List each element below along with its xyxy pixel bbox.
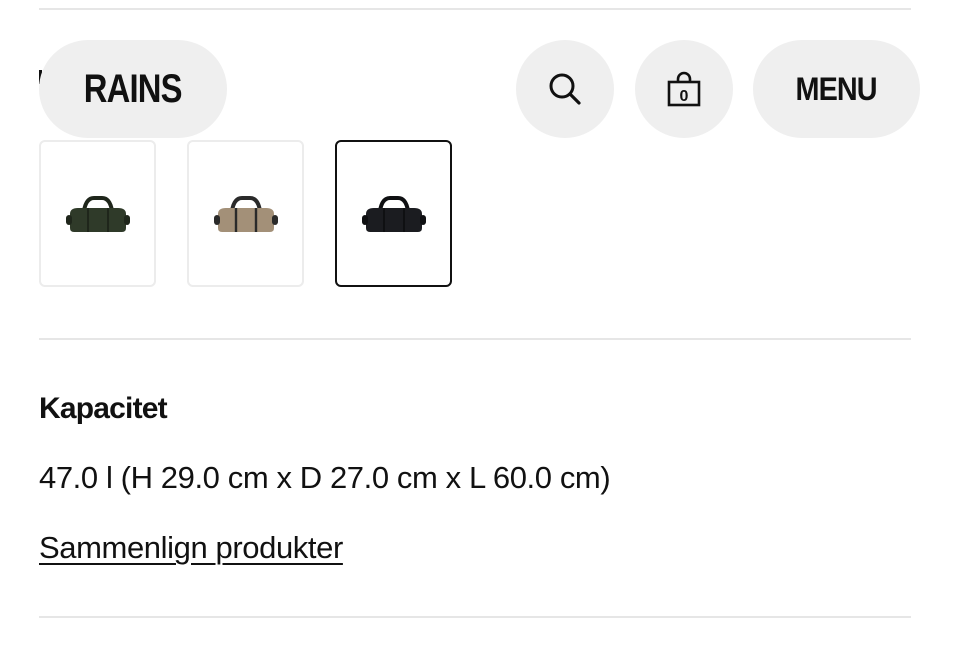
capacity-value: 47.0 l (H 29.0 cm x D 27.0 cm x L 60.0 c… [39,460,611,495]
search-button[interactable] [516,40,614,138]
duffel-bag-image [65,195,130,232]
logo-button[interactable]: RAINS [39,40,227,138]
cart-button[interactable]: 0 [635,40,733,138]
shopping-bag-icon: 0 [667,71,701,107]
capacity-heading: Kapacitet [39,392,168,425]
variant-thumbnail-taupe[interactable] [187,140,304,287]
logo-text: RAINS [84,66,183,111]
variant-thumbnail-black[interactable] [335,140,452,287]
cart-count: 0 [680,88,689,105]
bottom-divider [39,616,911,618]
menu-label: MENU [795,70,878,107]
compare-products-link[interactable]: Sammenlign produkter [39,530,343,566]
duffel-bag-image [213,195,278,232]
variant-thumbnail-green[interactable] [39,140,156,287]
section-divider [39,338,911,340]
search-icon [549,73,581,105]
menu-button[interactable]: MENU [753,40,920,138]
top-divider [39,8,911,10]
duffel-bag-image [361,195,426,232]
